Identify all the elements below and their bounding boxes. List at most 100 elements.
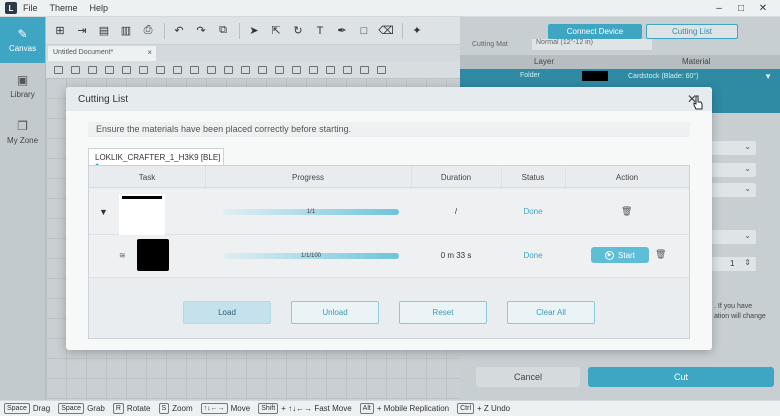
duplicate-icon[interactable]: ⧉	[215, 23, 231, 39]
start-button[interactable]: ▶ Start	[591, 247, 649, 263]
unload-button[interactable]: Unload	[291, 301, 379, 324]
cutting-mat-select[interactable]: Normal (12"-12 in)	[532, 39, 652, 50]
menu-file[interactable]: File	[23, 3, 38, 13]
window-controls: – □ ✕	[708, 0, 774, 17]
menu-theme[interactable]: Theme	[50, 3, 78, 13]
flip-vertical-icon[interactable]	[190, 65, 199, 74]
layer-stack-icon[interactable]	[343, 65, 352, 74]
align-bottom-icon[interactable]	[139, 65, 148, 74]
connect-device-button[interactable]: Connect Device	[548, 24, 642, 39]
note-line: ation will change	[714, 313, 766, 320]
toolbar-divider	[239, 22, 240, 39]
arrange-back-icon[interactable]	[326, 65, 335, 74]
shortcut-hint: Ctrl + Z Undo	[457, 403, 510, 414]
rotate-tool-icon[interactable]: ↻	[290, 23, 306, 39]
shortcut-key: R	[112, 403, 124, 414]
column-header-duration: Duration	[440, 173, 472, 182]
sidebar-item-library[interactable]: ▣ Library	[0, 63, 45, 109]
document-tab[interactable]: Untitled Document* ×	[48, 46, 156, 61]
load-button[interactable]: Load	[183, 301, 271, 324]
exclude-icon[interactable]	[292, 65, 301, 74]
stepper-arrows-icon[interactable]: ⇕	[744, 258, 751, 267]
intersect-icon[interactable]	[275, 65, 284, 74]
app-logo-icon: L	[5, 2, 17, 14]
shortcut-key: S	[158, 403, 170, 414]
distribute-icon[interactable]	[156, 65, 165, 74]
align-center-icon[interactable]	[71, 65, 80, 74]
select-arrow-icon[interactable]: ➤	[246, 23, 262, 39]
shape-tool-icon[interactable]: □	[356, 23, 372, 39]
shortcut-label: + Z Undo	[477, 404, 511, 413]
cut-note-text: . If you have ation will change	[714, 302, 766, 322]
shortcut-key: Shift	[258, 403, 279, 414]
document-tabs: Untitled Document* ×	[46, 45, 460, 61]
weld-icon[interactable]	[241, 65, 250, 74]
align-top-icon[interactable]	[105, 65, 114, 74]
trash-icon[interactable]: 🗑	[621, 206, 632, 217]
dropdown-arrow-icon[interactable]: ▼	[764, 72, 772, 81]
shortcut-hint: Shift + ↑↓←→ Fast Move	[258, 403, 352, 414]
shortcut-label: Grab	[87, 404, 105, 413]
device-tab-label: LOKLIK_CRAFTER_1_H3K9 [BLE]	[95, 153, 221, 162]
collapse-arrow-icon[interactable]: ▼	[99, 207, 108, 217]
shortcut-label: + ↑↓←→ Fast Move	[281, 404, 352, 413]
play-icon: ▶	[605, 250, 615, 260]
device-tab[interactable]: LOKLIK_CRAFTER_1_H3K9 [BLE] ●	[88, 148, 224, 169]
close-window-icon[interactable]: ✕	[752, 3, 774, 14]
shortcut-hint: Alt + Mobile Replication	[359, 403, 449, 414]
node-edit-icon[interactable]: ⇱	[268, 23, 284, 39]
column-header-action: Action	[615, 173, 639, 182]
toolbar-divider	[402, 22, 403, 39]
save-icon[interactable]: ▥	[118, 23, 134, 39]
reset-button[interactable]: Reset	[399, 301, 487, 324]
dialog-title: Cutting List	[78, 94, 129, 105]
eraser-tool-icon[interactable]: ⌫	[378, 23, 394, 39]
redo-icon[interactable]: ↷	[193, 23, 209, 39]
cut-button[interactable]: Cut	[588, 367, 774, 387]
open-file-icon[interactable]: ▤	[96, 23, 112, 39]
task-thumbnail	[137, 239, 169, 271]
cutting-list-button[interactable]: Cutting List	[646, 24, 738, 39]
main-toolbar: ⊞ ⇥ ▤ ▥ ⎙ ↶ ↷ ⧉ ➤ ⇱ ↻ T ✒ □ ⌫ ✦	[46, 17, 460, 45]
sidebar-item-label: Canvas	[8, 43, 37, 53]
shortcut-hint: Space Grab	[58, 403, 105, 414]
sidebar-item-canvas[interactable]: ✎ Canvas	[0, 17, 45, 63]
subtract-icon[interactable]	[258, 65, 267, 74]
shortcut-label: Rotate	[126, 404, 151, 413]
shortcut-hint: Space Drag	[4, 403, 50, 414]
shortcut-hint: ↑↓←→ Move	[200, 403, 250, 414]
table-row: ≋ 1/1/100 0 m 33 s Done ▶ Start 🗑	[89, 235, 689, 278]
flip-horizontal-icon[interactable]	[173, 65, 182, 74]
print-icon[interactable]: ⎙	[140, 23, 156, 39]
start-label: Start	[618, 250, 635, 260]
layer-material: Cardstock (Blade: 60°)	[628, 73, 699, 80]
chevron-down-icon: ⌄	[744, 184, 751, 193]
lock-icon[interactable]	[360, 65, 369, 74]
shortcut-label: Zoom	[172, 404, 193, 413]
refresh-icon[interactable]	[377, 65, 386, 74]
trash-icon[interactable]: 🗑	[655, 249, 666, 260]
pen-tool-icon[interactable]: ✒	[334, 23, 350, 39]
status-badge: Done	[523, 207, 543, 216]
group-icon[interactable]	[207, 65, 216, 74]
align-right-icon[interactable]	[88, 65, 97, 74]
menu-help[interactable]: Help	[90, 3, 109, 13]
ungroup-icon[interactable]	[224, 65, 233, 74]
new-file-icon[interactable]: ⊞	[52, 23, 68, 39]
thumbnail-shape	[122, 196, 162, 199]
align-middle-icon[interactable]	[122, 65, 131, 74]
cancel-button[interactable]: Cancel	[476, 367, 580, 387]
maximize-icon[interactable]: □	[730, 3, 752, 14]
arrange-front-icon[interactable]	[309, 65, 318, 74]
text-tool-icon[interactable]: T	[312, 23, 328, 39]
clear-all-button[interactable]: Clear All	[507, 301, 595, 324]
align-left-icon[interactable]	[54, 65, 63, 74]
favorite-icon[interactable]: ✦	[409, 23, 425, 39]
sidebar-item-myzone[interactable]: ❐ My Zone	[0, 109, 45, 155]
close-tab-icon[interactable]: ×	[147, 48, 152, 57]
minimize-icon[interactable]: –	[708, 3, 730, 14]
import-icon[interactable]: ⇥	[74, 23, 90, 39]
cutting-list-dialog: Cutting List ✕ Ensure the materials have…	[66, 87, 712, 350]
undo-icon[interactable]: ↶	[171, 23, 187, 39]
placement-notice: Ensure the materials have been placed co…	[88, 122, 690, 137]
